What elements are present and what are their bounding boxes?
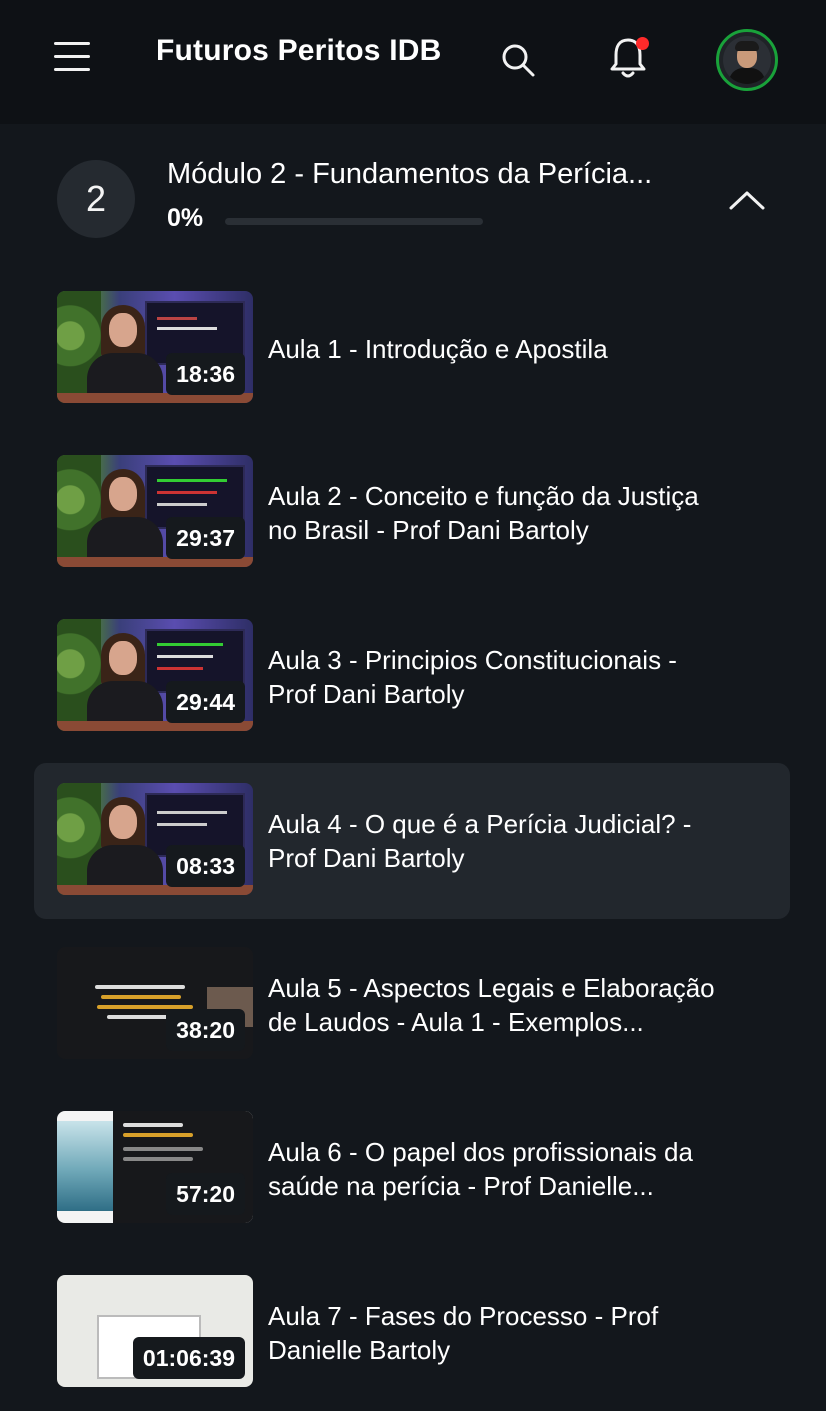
lesson-duration: 08:33 [166, 845, 245, 887]
chevron-up-icon[interactable] [728, 188, 766, 212]
lesson-title: Aula 3 - Principios Constitucionais - Pro… [268, 645, 677, 709]
hamburger-menu-icon[interactable] [54, 40, 92, 74]
lesson-duration: 18:36 [166, 353, 245, 395]
bell-icon[interactable] [608, 34, 652, 80]
lesson-title: Aula 5 - Aspectos Legais e Elaboração de … [268, 973, 715, 1037]
lesson-title: Aula 2 - Conceito e função da Justiça no … [268, 481, 699, 545]
avatar[interactable] [716, 29, 778, 91]
lesson-thumbnail: 01:06:39 [57, 1275, 253, 1387]
lesson-thumbnail: 29:37 [57, 455, 253, 567]
module-title: Módulo 2 - Fundamentos da Perícia... [167, 158, 653, 190]
lesson-duration: 29:44 [166, 681, 245, 723]
lesson-duration: 01:06:39 [132, 1337, 245, 1379]
lesson-duration: 38:20 [166, 1009, 245, 1051]
lesson-item-2[interactable]: 29:37 Aula 2 - Conceito e função da Just… [34, 435, 790, 591]
lesson-title: Aula 4 - O que é a Perícia Judicial? - Pr… [268, 809, 692, 873]
app-header: Futuros Peritos IDB [0, 0, 826, 124]
lesson-title: Aula 6 - O papel dos profissionais da saú… [268, 1137, 693, 1201]
lesson-title: Aula 7 - Fases do Processo - Prof Daniell… [268, 1301, 659, 1365]
lesson-item-3[interactable]: 29:44 Aula 3 - Principios Constitucionai… [34, 599, 790, 755]
lesson-item-1[interactable]: 18:36 Aula 1 - Introdução e Apostila [34, 271, 790, 427]
app-title: Futuros Peritos IDB [156, 34, 442, 67]
search-icon[interactable] [498, 40, 538, 80]
notification-dot [636, 37, 649, 50]
lesson-thumbnail: 08:33 [57, 783, 253, 895]
lesson-duration: 57:20 [166, 1173, 245, 1215]
lesson-duration: 29:37 [166, 517, 245, 559]
lesson-thumbnail: 29:44 [57, 619, 253, 731]
lesson-item-5[interactable]: 38:20 Aula 5 - Aspectos Legais e Elabora… [34, 927, 790, 1083]
lesson-item-4[interactable]: 08:33 Aula 4 - O que é a Perícia Judicia… [34, 763, 790, 919]
module-progress-label: 0% [167, 204, 204, 232]
module-number-badge: 2 [57, 160, 135, 238]
lesson-thumbnail: 38:20 [57, 947, 253, 1059]
module-progress-bar [225, 218, 483, 225]
lesson-item-7[interactable]: 01:06:39 Aula 7 - Fases do Processo - Pr… [34, 1255, 790, 1411]
lesson-thumbnail: 57:20 [57, 1111, 253, 1223]
lesson-title: Aula 1 - Introdução e Apostila [268, 334, 608, 364]
lesson-thumbnail: 18:36 [57, 291, 253, 403]
lesson-item-6[interactable]: 57:20 Aula 6 - O papel dos profissionais… [34, 1091, 790, 1247]
module-header[interactable]: 2 Módulo 2 - Fundamentos da Perícia... 0… [0, 140, 826, 260]
